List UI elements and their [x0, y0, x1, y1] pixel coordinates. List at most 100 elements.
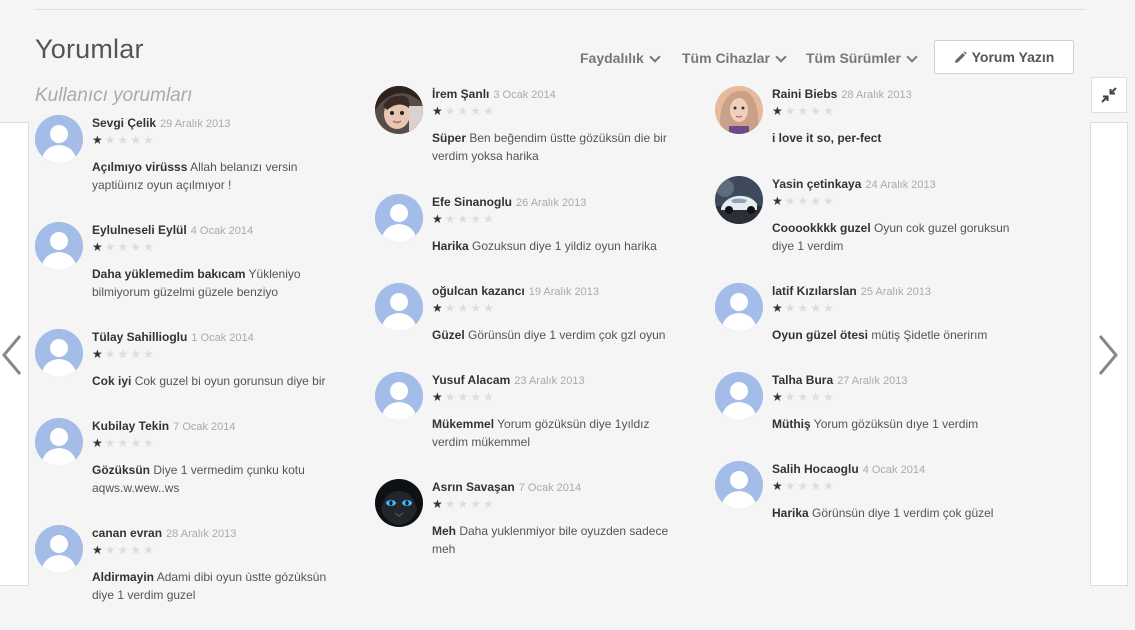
- avatar[interactable]: [375, 86, 423, 134]
- review-date: 26 Aralık 2013: [516, 197, 587, 209]
- star-icon: ★: [104, 543, 118, 557]
- review-title: Gözüksün: [92, 463, 151, 477]
- versions-filter[interactable]: Tüm Sürümler: [806, 50, 918, 66]
- star-icon: ★: [483, 497, 496, 511]
- chevron-down-icon: [775, 50, 787, 63]
- star-icon: ★: [457, 390, 471, 404]
- review-header: Salih Hocaoglu 4 Ocak 2014: [772, 462, 925, 476]
- chevron-down-icon: [649, 50, 661, 63]
- star-rating: ★★★★★: [432, 391, 496, 403]
- star-icon: ★: [104, 133, 118, 147]
- review-body: Müthiş Yorum gözüksün dıye 1 verdim: [772, 415, 1022, 433]
- review-toolbar: Faydalılık Tüm Cihazlar Tüm Sürümler Yor…: [0, 40, 1135, 76]
- star-icon: ★: [432, 212, 445, 226]
- avatar[interactable]: [375, 372, 423, 420]
- review-header: Yusuf Alacam 23 Aralık 2013: [432, 373, 585, 387]
- star-icon: ★: [444, 212, 458, 226]
- avatar[interactable]: [35, 329, 83, 377]
- devices-filter[interactable]: Tüm Cihazlar: [682, 50, 787, 66]
- star-rating: ★★★★★: [772, 195, 836, 207]
- star-icon: ★: [130, 133, 144, 147]
- star-rating: ★★★★★: [92, 437, 156, 449]
- star-rating: ★★★★★: [432, 302, 496, 314]
- review-author[interactable]: Talha Bura: [772, 373, 833, 387]
- review-header: İrem Şanlı 3 Ocak 2014: [432, 87, 556, 101]
- star-icon: ★: [457, 104, 471, 118]
- devices-filter-label: Tüm Cihazlar: [682, 50, 770, 66]
- review-header: Efe Sinanoglu 26 Aralık 2013: [432, 195, 586, 209]
- star-icon: ★: [143, 240, 156, 254]
- review-author[interactable]: latif Kızılarslan: [772, 284, 857, 298]
- avatar[interactable]: [375, 283, 423, 331]
- avatar[interactable]: [715, 283, 763, 331]
- star-icon: ★: [823, 390, 836, 404]
- review-author[interactable]: canan evran: [92, 526, 162, 540]
- review-title: Harika: [432, 239, 469, 253]
- star-icon: ★: [432, 497, 445, 511]
- star-icon: ★: [470, 301, 484, 315]
- review-author[interactable]: Efe Sinanoglu: [432, 195, 512, 209]
- avatar[interactable]: [375, 479, 423, 527]
- review-title: Müthiş: [772, 417, 811, 431]
- star-icon: ★: [104, 347, 118, 361]
- star-icon: ★: [432, 301, 445, 315]
- star-icon: ★: [143, 436, 156, 450]
- star-icon: ★: [444, 301, 458, 315]
- avatar[interactable]: [715, 372, 763, 420]
- review-author[interactable]: İrem Şanlı: [432, 87, 489, 101]
- avatar[interactable]: [715, 461, 763, 509]
- review-author[interactable]: Asrın Savaşan: [432, 480, 515, 494]
- review-date: 7 Ocak 2014: [173, 421, 236, 433]
- review-author[interactable]: Sevgi Çelik: [92, 116, 156, 130]
- avatar[interactable]: [715, 176, 763, 224]
- collapse-button[interactable]: [1091, 77, 1127, 113]
- star-icon: ★: [483, 390, 496, 404]
- review-body: Daha yüklemedim bakıcam Yükleniyo bilmiy…: [92, 265, 342, 301]
- star-icon: ★: [772, 390, 785, 404]
- star-rating: ★★★★★: [92, 348, 156, 360]
- review-author[interactable]: Kubilay Tekin: [92, 419, 169, 433]
- helpfulness-filter-label: Faydalılık: [580, 50, 644, 66]
- top-divider: [35, 9, 1085, 10]
- review-text: Daha yuklenmiyor bile oyuzden sadece meh: [432, 524, 669, 556]
- star-icon: ★: [772, 104, 785, 118]
- review-title: Süper: [432, 131, 467, 145]
- avatar[interactable]: [35, 222, 83, 270]
- star-rating: ★★★★★: [92, 544, 156, 556]
- review-date: 28 Aralık 2013: [841, 89, 912, 101]
- chevron-left-icon[interactable]: [2, 335, 22, 375]
- star-icon: ★: [457, 212, 471, 226]
- star-icon: ★: [432, 104, 445, 118]
- versions-filter-label: Tüm Sürümler: [806, 50, 901, 66]
- star-icon: ★: [810, 301, 824, 315]
- avatar[interactable]: [375, 194, 423, 242]
- star-rating: ★★★★★: [432, 105, 496, 117]
- avatar[interactable]: [35, 418, 83, 466]
- review-author[interactable]: Tülay Sahillioglu: [92, 330, 187, 344]
- review-body: Cooookkkk guzel Oyun cok guzel goruksun …: [772, 219, 1022, 255]
- avatar[interactable]: [35, 525, 83, 573]
- review-author[interactable]: Yasin çetinkaya: [772, 177, 861, 191]
- review-header: Talha Bura 27 Aralık 2013: [772, 373, 907, 387]
- review-author[interactable]: oğulcan kazancı: [432, 284, 525, 298]
- review-author[interactable]: Eylulneseli Eylül: [92, 223, 187, 237]
- helpfulness-filter[interactable]: Faydalılık: [580, 50, 661, 66]
- star-icon: ★: [483, 301, 496, 315]
- star-rating: ★★★★★: [772, 391, 836, 403]
- star-icon: ★: [117, 133, 131, 147]
- review-author[interactable]: Raini Biebs: [772, 87, 837, 101]
- review-date: 19 Aralık 2013: [528, 286, 600, 298]
- review-date: 28 Aralık 2013: [166, 528, 237, 540]
- review-author[interactable]: Salih Hocaoglu: [772, 462, 859, 476]
- star-icon: ★: [772, 194, 785, 208]
- chevron-right-icon[interactable]: [1098, 335, 1118, 375]
- review-author[interactable]: Yusuf Alacam: [432, 373, 510, 387]
- write-review-button[interactable]: Yorum Yazın: [934, 40, 1074, 74]
- star-icon: ★: [92, 240, 105, 254]
- avatar[interactable]: [715, 86, 763, 134]
- star-icon: ★: [457, 497, 471, 511]
- star-icon: ★: [797, 194, 811, 208]
- review-body: Harika Görünsün diye 1 verdim çok güzel: [772, 504, 1022, 522]
- review-text: Görünsün diye 1 verdim çok güzel: [812, 506, 994, 520]
- avatar[interactable]: [35, 115, 83, 163]
